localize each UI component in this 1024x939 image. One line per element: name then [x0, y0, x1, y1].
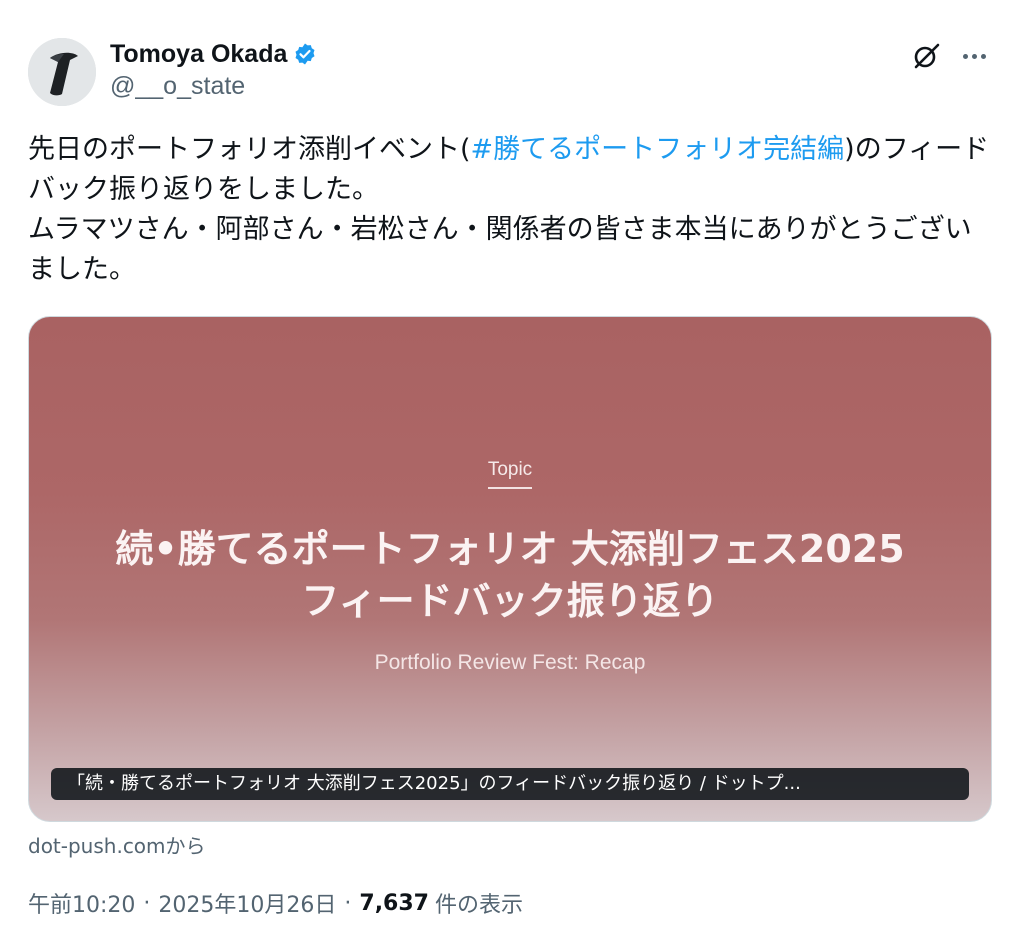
link-card[interactable]: Topic 続•勝てるポートフォリオ 大添削フェス2025 フィードバック振り返…: [28, 316, 992, 822]
meta-separator: ·: [143, 890, 151, 916]
verified-badge-icon[interactable]: [293, 42, 317, 66]
card-headline-line-2: フィードバック振り返り: [301, 579, 719, 623]
avatar[interactable]: [28, 38, 96, 106]
tweet-line-2: ムラマツさん・阿部さん・岩松さん・関係者の皆さま本当にありがとうございました。: [28, 214, 972, 285]
card-subtitle: Portfolio Review Fest: Recap: [374, 651, 646, 674]
card-topic-label: Topic: [487, 459, 533, 489]
card-caption[interactable]: 「続・勝てるポートフォリオ 大添削フェス2025」のフィードバック振り返り / …: [51, 768, 969, 800]
tweet-line-1: 先日のポートフォリオ添削イベント(#勝てるポートフォリオ完結編)のフィードバック…: [28, 130, 994, 210]
views-count[interactable]: 7,637: [359, 891, 429, 916]
more-icon: [962, 53, 968, 59]
tweet: Tomoya Okada @__o_state 先日のポートフォリオ添削イベント…: [0, 0, 1024, 939]
display-name[interactable]: Tomoya Okada: [110, 40, 287, 69]
top-actions: [910, 40, 994, 72]
avatar-image: [28, 38, 96, 106]
hashtag-link[interactable]: #勝てるポートフォリオ完結編: [471, 134, 845, 165]
more-button[interactable]: [954, 40, 994, 72]
more-icon-dot: [971, 53, 977, 59]
meta-separator: ·: [344, 890, 352, 916]
tweet-text: 先日のポートフォリオ添削イベント(#勝てるポートフォリオ完結編)のフィードバック…: [28, 130, 994, 290]
more-icon-dot: [980, 53, 986, 59]
card-headline: 続•勝てるポートフォリオ 大添削フェス2025 フィードバック振り返り: [29, 523, 991, 627]
card-image: Topic 続•勝てるポートフォリオ 大添削フェス2025 フィードバック振り返…: [29, 317, 991, 821]
views-label[interactable]: 件の表示: [435, 887, 523, 919]
handle[interactable]: @__o_state: [110, 72, 317, 101]
grok-icon: [914, 43, 940, 69]
tweet-time[interactable]: 午前10:20: [28, 887, 135, 919]
author-block: Tomoya Okada @__o_state: [110, 38, 317, 101]
grok-button[interactable]: [910, 40, 942, 72]
card-topic: Topic: [29, 459, 991, 489]
tweet-date[interactable]: 2025年10月26日: [158, 887, 336, 919]
card-source[interactable]: dot-push.comから: [28, 830, 206, 859]
card-headline-line-1: 続•勝てるポートフォリオ 大添削フェス2025: [115, 527, 905, 571]
tweet-text-segment: 先日のポートフォリオ添削イベント(: [28, 134, 471, 165]
tweet-meta: 午前10:20 · 2025年10月26日 · 7,637 件の表示: [28, 887, 523, 919]
